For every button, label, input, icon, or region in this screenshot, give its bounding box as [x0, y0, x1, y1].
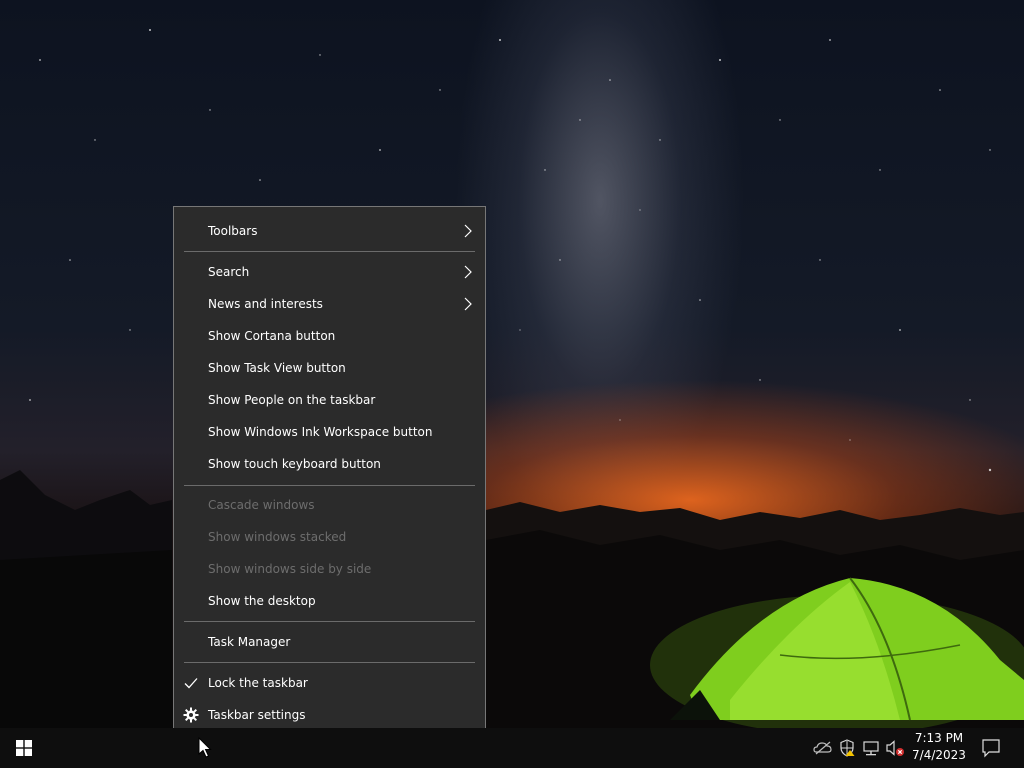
- menu-item-show-windows-side-by-side: Show windows side by side: [174, 554, 485, 584]
- menu-item-label: Lock the taskbar: [208, 676, 308, 690]
- menu-separator: [184, 621, 475, 622]
- chevron-right-icon: [464, 297, 472, 311]
- menu-item-label: Show Task View button: [208, 361, 346, 375]
- network-icon[interactable]: [861, 738, 881, 758]
- checkmark-icon: [184, 678, 198, 689]
- volume-muted-icon[interactable]: [885, 738, 905, 758]
- menu-separator: [184, 485, 475, 486]
- menu-item-show-ink-workspace[interactable]: Show Windows Ink Workspace button: [174, 417, 485, 447]
- security-warning-icon[interactable]: [837, 738, 857, 758]
- menu-item-label: Taskbar settings: [208, 708, 306, 722]
- menu-item-label: Show the desktop: [208, 594, 316, 608]
- menu-item-label: Show windows stacked: [208, 530, 347, 544]
- menu-separator: [184, 251, 475, 252]
- menu-item-label: Show windows side by side: [208, 562, 372, 576]
- menu-item-lock-taskbar[interactable]: Lock the taskbar: [174, 668, 485, 698]
- menu-item-label: Task Manager: [208, 635, 291, 649]
- menu-item-label: Show touch keyboard button: [208, 457, 381, 471]
- taskbar-context-menu: Toolbars Search News and interests Show …: [173, 206, 486, 740]
- clock-date: 7/4/2023: [912, 748, 966, 762]
- taskbar: 7:13 PM 7/4/2023: [0, 728, 1024, 768]
- menu-item-news-and-interests[interactable]: News and interests: [174, 289, 485, 319]
- chevron-right-icon: [464, 224, 472, 238]
- menu-item-show-people[interactable]: Show People on the taskbar: [174, 385, 485, 415]
- menu-item-label: Show Windows Ink Workspace button: [208, 425, 433, 439]
- start-button[interactable]: [0, 728, 48, 768]
- glowing-tent: [650, 577, 1024, 728]
- menu-item-toolbars[interactable]: Toolbars: [174, 216, 485, 246]
- menu-item-search[interactable]: Search: [174, 257, 485, 287]
- desktop-wallpaper: [0, 0, 1024, 728]
- action-center-icon[interactable]: [978, 736, 1004, 760]
- menu-item-label: Show People on the taskbar: [208, 393, 376, 407]
- menu-item-label: News and interests: [208, 297, 323, 311]
- menu-item-label: Cascade windows: [208, 498, 315, 512]
- menu-separator: [184, 662, 475, 663]
- menu-item-label: Toolbars: [208, 224, 258, 238]
- gear-icon: [183, 707, 199, 723]
- menu-item-taskbar-settings[interactable]: Taskbar settings: [174, 700, 485, 730]
- menu-item-show-cortana-button[interactable]: Show Cortana button: [174, 321, 485, 351]
- menu-item-label: Show Cortana button: [208, 329, 336, 343]
- windows-logo-icon: [16, 740, 32, 756]
- menu-item-show-task-view-button[interactable]: Show Task View button: [174, 353, 485, 383]
- menu-item-cascade-windows: Cascade windows: [174, 490, 485, 520]
- chevron-right-icon: [464, 265, 472, 279]
- menu-item-label: Search: [208, 265, 250, 279]
- mouse-cursor-icon: [198, 737, 212, 758]
- onedrive-offline-icon[interactable]: [813, 738, 833, 758]
- clock-time: 7:13 PM: [914, 731, 964, 745]
- menu-item-task-manager[interactable]: Task Manager: [174, 627, 485, 657]
- menu-item-show-touch-keyboard[interactable]: Show touch keyboard button: [174, 449, 485, 479]
- menu-item-show-windows-stacked: Show windows stacked: [174, 522, 485, 552]
- menu-item-show-desktop[interactable]: Show the desktop: [174, 586, 485, 616]
- taskbar-clock[interactable]: 7:13 PM 7/4/2023: [908, 730, 970, 766]
